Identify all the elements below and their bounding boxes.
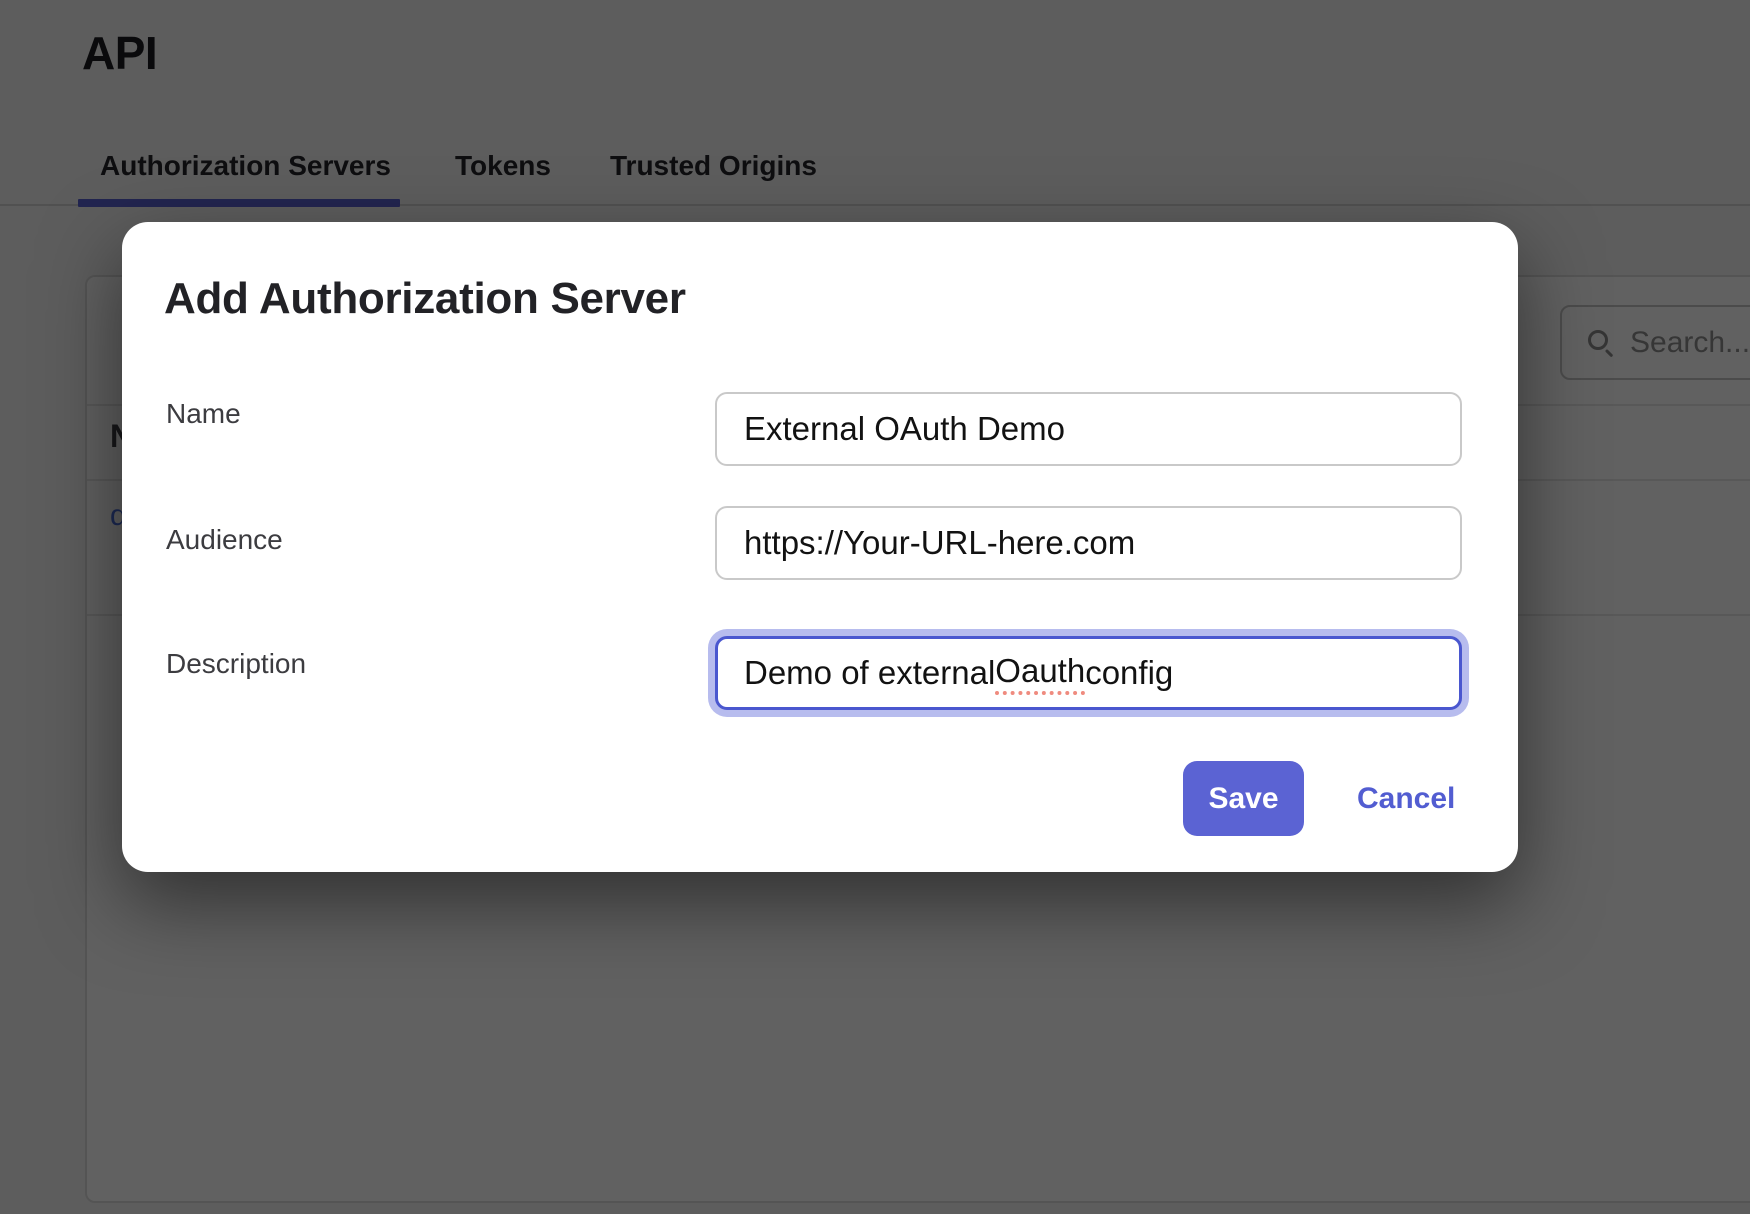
add-authorization-server-dialog: Add Authorization Server Name External O… bbox=[122, 222, 1518, 872]
description-input[interactable]: Demo of external Oauth config bbox=[715, 636, 1462, 710]
description-input-value-after: config bbox=[1085, 654, 1173, 692]
name-label: Name bbox=[166, 398, 241, 430]
description-input-value-before: Demo of external bbox=[744, 654, 995, 692]
dialog-title: Add Authorization Server bbox=[164, 274, 686, 324]
save-button[interactable]: Save bbox=[1183, 761, 1304, 836]
audience-input[interactable]: https://Your-URL-here.com bbox=[715, 506, 1462, 580]
name-input[interactable]: External OAuth Demo bbox=[715, 392, 1462, 466]
cancel-button[interactable]: Cancel bbox=[1347, 761, 1465, 836]
description-label: Description bbox=[166, 648, 306, 680]
description-misspelled-word: Oauth bbox=[995, 652, 1085, 695]
audience-label: Audience bbox=[166, 524, 283, 556]
name-input-value: External OAuth Demo bbox=[744, 410, 1065, 448]
audience-input-value: https://Your-URL-here.com bbox=[744, 524, 1135, 562]
